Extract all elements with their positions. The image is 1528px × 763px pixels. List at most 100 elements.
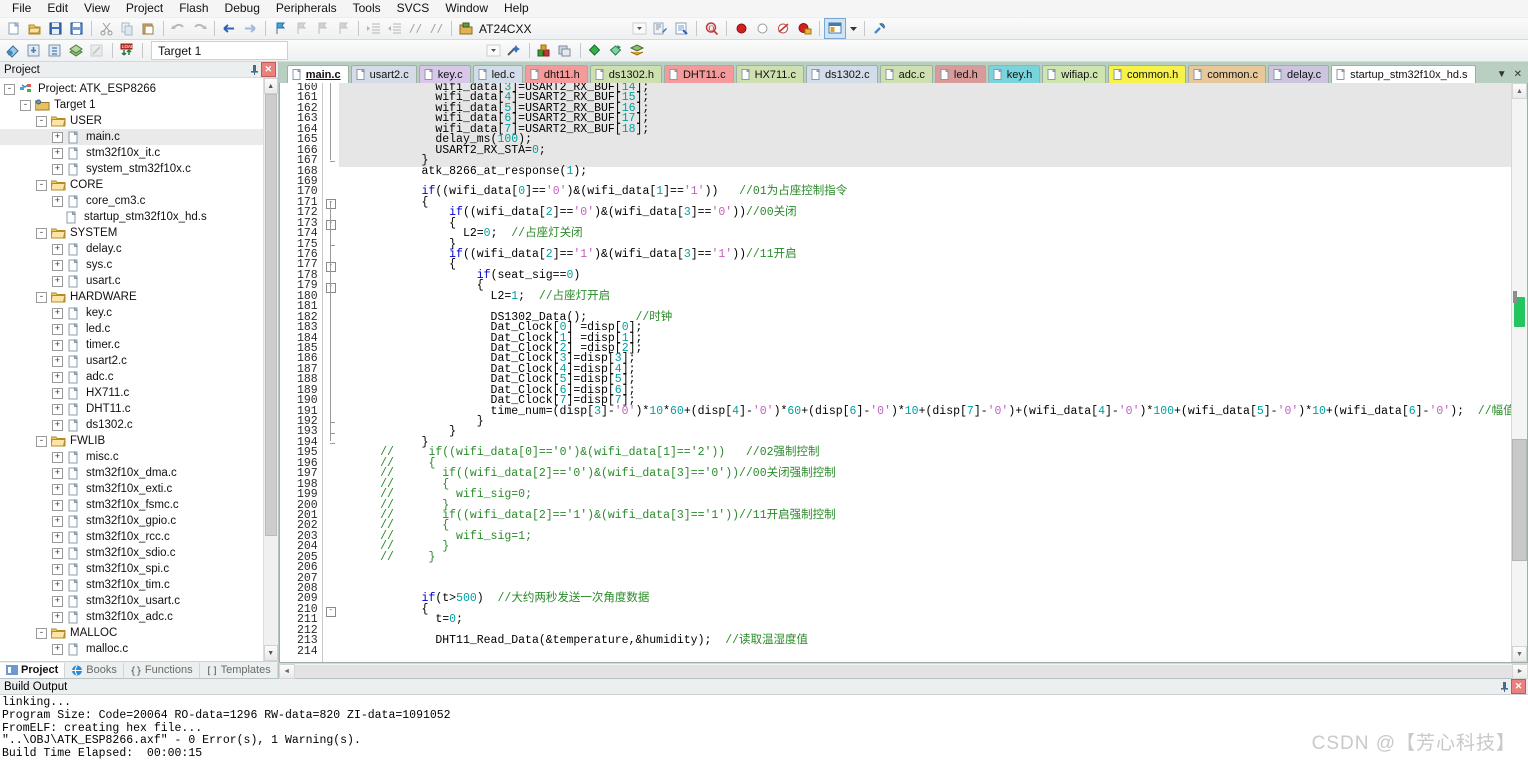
tree-node-core-cm3-c[interactable]: + core_cm3.c [0,193,264,209]
code-line[interactable]: // } [339,541,1511,553]
editor-tab-adc-c[interactable]: adc.c [879,65,933,83]
code-line[interactable] [339,563,1511,573]
cut-icon[interactable] [96,19,116,38]
code-line[interactable]: // if((wifi_data[0]=='0')&(wifi_data[1]=… [339,447,1511,459]
close-icon[interactable]: ✕ [1511,679,1526,694]
project-tab-project[interactable]: Project [0,662,66,678]
code-line[interactable]: time_num=(disp[3]-'0')*10*60+(disp[4]-'0… [339,405,1511,417]
pin-icon[interactable] [1498,680,1511,693]
build-output-text[interactable]: linking... Program Size: Code=20064 RO-da… [0,695,1528,763]
tree-node-malloc-c[interactable]: + malloc.c [0,641,264,657]
code-line[interactable] [339,574,1511,584]
rebuild-icon[interactable] [45,41,65,60]
open-file-icon[interactable] [24,19,44,38]
menu-item-project[interactable]: Project [118,0,171,17]
translate-icon[interactable] [3,41,23,60]
code-text[interactable]: wifi_data[3]=USART2_RX_BUF[14]; wifi_dat… [337,83,1511,662]
expand-toggle-icon[interactable]: + [52,371,63,383]
new-file-icon[interactable] [3,19,23,38]
code-line[interactable]: USART2_RX_STA=0; [338,144,1511,156]
code-line[interactable] [339,647,1511,657]
editor-tab-led-h[interactable]: led.h [934,65,986,83]
expand-toggle-icon[interactable]: + [52,515,63,527]
menu-item-flash[interactable]: Flash [171,0,216,17]
paste-icon[interactable] [138,19,158,38]
tree-node-sys-c[interactable]: + sys.c [0,257,264,273]
collapse-toggle-icon[interactable]: - [36,179,47,191]
save-all-icon[interactable] [66,19,86,38]
tree-node-stm32f10x-dma-c[interactable]: + stm32f10x_dma.c [0,465,264,481]
fold-collapse-icon[interactable]: - [325,282,336,293]
expand-toggle-icon[interactable]: + [52,563,63,575]
editor-tab-common-h[interactable]: common.h [1107,65,1187,83]
undo-icon[interactable] [168,19,188,38]
code-folding-column[interactable]: - - - - - [321,83,337,662]
menu-item-peripherals[interactable]: Peripherals [268,0,345,17]
collapse-toggle-icon[interactable]: - [4,83,15,95]
tree-node-timer-c[interactable]: + timer.c [0,337,264,353]
code-line[interactable]: } [339,426,1511,438]
scroll-down-arrow[interactable]: ▼ [263,645,278,661]
disable-breakpoint-icon[interactable] [752,19,772,38]
menu-item-file[interactable]: File [4,0,39,17]
expand-toggle-icon[interactable]: + [52,163,63,175]
tree-node-key-c[interactable]: + key.c [0,305,264,321]
bookmark-prev-icon[interactable] [291,19,311,38]
batch-build-icon[interactable] [66,41,86,60]
expand-toggle-icon[interactable]: + [52,467,63,479]
editor-tab-hx711-c[interactable]: HX711.c [735,65,804,83]
indent-icon[interactable] [363,19,383,38]
fold-collapse-icon[interactable]: - [325,606,336,617]
tree-node-startup-stm32f10x-hd-s[interactable]: startup_stm32f10x_hd.s [0,209,264,225]
back-icon[interactable] [219,19,239,38]
project-tab-functions[interactable]: {} Functions [124,662,200,678]
code-line[interactable]: // wifi_sig=0; [339,489,1511,501]
collapse-toggle-icon[interactable]: - [36,435,47,447]
pack-installer-icon[interactable] [585,41,605,60]
pack-manager-icon[interactable] [627,41,647,60]
code-line[interactable]: atk_8266_at_response(1); [339,165,1511,177]
scroll-down-arrow[interactable]: ▼ [1512,646,1527,662]
tree-node-stm32f10x-it-c[interactable]: + stm32f10x_it.c [0,145,264,161]
code-line[interactable]: // if((wifi_data[2]=='0')&(wifi_data[3]=… [339,468,1511,480]
collapse-toggle-icon[interactable]: - [36,291,47,303]
fold-collapse-icon[interactable]: - [325,219,336,230]
chevron-down-icon[interactable]: ▼ [1497,69,1507,80]
project-tree-scrollbar[interactable]: ▲ ▼ [262,78,278,661]
menu-item-svcs[interactable]: SVCS [389,0,438,17]
expand-toggle-icon[interactable]: + [52,531,63,543]
fold-collapse-icon[interactable]: - [325,198,336,209]
scroll-left-arrow[interactable]: ◄ [278,663,295,679]
scroll-up-arrow[interactable]: ▲ [263,78,278,94]
build-icon[interactable] [24,41,44,60]
collapse-toggle-icon[interactable]: - [36,227,47,239]
code-line[interactable]: if(t>500) //大约两秒发送一次角度数据 [339,593,1511,605]
tree-node-adc-c[interactable]: + adc.c [0,369,264,385]
expand-toggle-icon[interactable]: + [52,275,63,287]
project-tab-templates[interactable]: [] Templates [200,662,278,678]
editor-tab-dht11-h[interactable]: dht11.h [524,65,588,83]
tree-node-stm32f10x-adc-c[interactable]: + stm32f10x_adc.c [0,609,264,625]
insert-breakpoint-icon[interactable] [731,19,751,38]
window-layout-icon[interactable] [824,18,847,39]
editor-tab-wifiap-c[interactable]: wifiap.c [1042,65,1106,83]
editor-tab-key-c[interactable]: key.c [418,65,471,83]
editor-tab-delay-c[interactable]: delay.c [1268,65,1330,83]
editor-vertical-scrollbar[interactable]: ▲ ▼ [1511,83,1527,662]
tree-node-hx711-c[interactable]: + HX711.c [0,385,264,401]
expand-toggle-icon[interactable]: + [52,499,63,511]
configuration-wizard-icon[interactable] [650,19,670,38]
editor-tab-common-c[interactable]: common.c [1188,65,1267,83]
expand-toggle-icon[interactable]: + [52,195,63,207]
uncomment-icon[interactable]: // [426,19,446,38]
collapse-toggle-icon[interactable]: - [20,99,31,111]
menu-item-help[interactable]: Help [496,0,537,17]
tree-node-dht11-c[interactable]: + DHT11.c [0,401,264,417]
tree-node-delay-c[interactable]: + delay.c [0,241,264,257]
tree-node-ds1302-c[interactable]: + ds1302.c [0,417,264,433]
code-line[interactable]: // } [339,551,1511,563]
save-icon[interactable] [45,19,65,38]
editor-tab-key-h[interactable]: key.h [987,65,1041,83]
code-line[interactable]: if((wifi_data[2]=='1')&(wifi_data[3]=='1… [339,248,1511,260]
tree-node-stm32f10x-sdio-c[interactable]: + stm32f10x_sdio.c [0,545,264,561]
